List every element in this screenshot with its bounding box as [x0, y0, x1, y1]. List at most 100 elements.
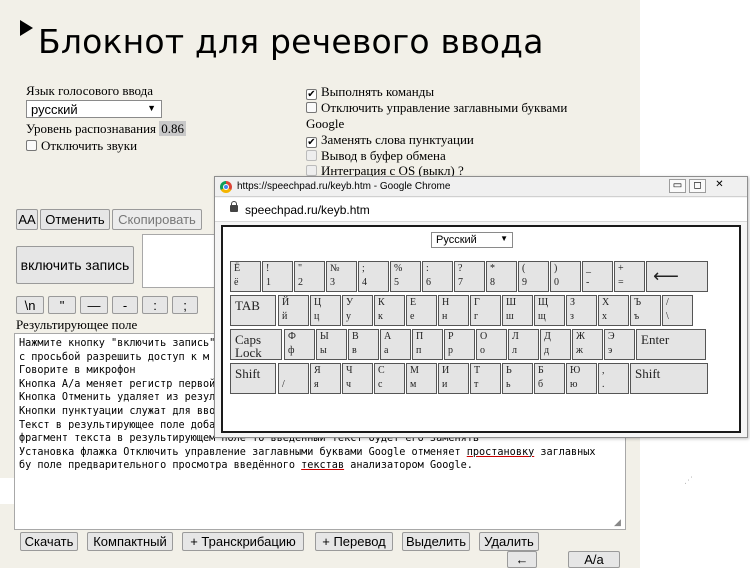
- keyboard-key[interactable]: Аа: [380, 329, 411, 360]
- key-upper: З: [570, 297, 576, 308]
- keyboard-key[interactable]: /: [278, 363, 309, 394]
- keyboard-key[interactable]: Вв: [348, 329, 379, 360]
- shift-left-key[interactable]: Shift: [230, 363, 276, 394]
- backspace-key[interactable]: ⟵: [646, 261, 708, 292]
- keyboard-key[interactable]: + =: [614, 261, 645, 292]
- keyboard-key[interactable]: * 8: [486, 261, 517, 292]
- result-label: Результирующее поле: [16, 317, 138, 332]
- case-aa-button[interactable]: A/a: [568, 551, 620, 568]
- keyboard-key[interactable]: Оо: [476, 329, 507, 360]
- keyboard-key[interactable]: Шш: [502, 295, 533, 326]
- keyboard-key[interactable]: Хх: [598, 295, 629, 326]
- delete-button[interactable]: Удалить: [479, 532, 539, 551]
- clipboard-option[interactable]: Вывод в буфер обмена: [306, 148, 446, 164]
- run-commands-option[interactable]: ✔ Выполнять команды: [306, 84, 434, 100]
- clipboard-checkbox[interactable]: [306, 150, 317, 161]
- close-icon[interactable]: ✕: [711, 179, 728, 193]
- replace-punct-option[interactable]: ✔ Заменять слова пунктуации: [306, 132, 474, 148]
- keyboard-key[interactable]: Юю: [566, 363, 597, 394]
- enter-key[interactable]: Enter: [636, 329, 706, 360]
- select-button[interactable]: Выделить: [402, 532, 470, 551]
- os-integration-checkbox[interactable]: [306, 165, 317, 176]
- key-upper: Е: [410, 297, 417, 308]
- disable-caps-option[interactable]: Отключить управление заглавными буквами: [306, 100, 567, 116]
- result-field-lower[interactable]: [14, 478, 626, 530]
- quote-button[interactable]: ": [48, 296, 76, 314]
- collapse-triangle-icon[interactable]: [20, 20, 33, 36]
- run-commands-checkbox[interactable]: ✔: [306, 89, 317, 100]
- keyboard-key[interactable]: Ыы: [316, 329, 347, 360]
- colon-button[interactable]: :: [142, 296, 168, 314]
- mute-sounds-option[interactable]: Отключить звуки: [26, 138, 137, 154]
- keyboard-key[interactable]: Рр: [444, 329, 475, 360]
- key-upper: ": [298, 263, 303, 274]
- keyboard-key[interactable]: Уу: [342, 295, 373, 326]
- keyboard-key[interactable]: Ээ: [604, 329, 635, 360]
- shift-right-key[interactable]: Shift: [630, 363, 708, 394]
- keyboard-key[interactable]: Ёё: [230, 261, 261, 292]
- keyboard-key[interactable]: Дд: [540, 329, 571, 360]
- keyboard-key[interactable]: № 3: [326, 261, 357, 292]
- keyboard-key[interactable]: Щщ: [534, 295, 565, 326]
- restore-icon[interactable]: ◻: [689, 179, 706, 193]
- keyboard-key[interactable]: Ъъ: [630, 295, 661, 326]
- dash-button[interactable]: —: [80, 296, 108, 314]
- resize-grip-icon[interactable]: ◢: [614, 518, 621, 528]
- keyboard-key[interactable]: Йй: [278, 295, 309, 326]
- keyboard-language-select[interactable]: Русский ▼: [431, 232, 513, 248]
- keyboard-key[interactable]: Тт: [470, 363, 501, 394]
- keyboard-key[interactable]: Пп: [412, 329, 443, 360]
- replace-punct-checkbox[interactable]: ✔: [306, 137, 317, 148]
- keyboard-key[interactable]: ,.: [598, 363, 629, 394]
- keyboard-key[interactable]: ! 1: [262, 261, 293, 292]
- keyboard-key[interactable]: Яя: [310, 363, 341, 394]
- cancel-button[interactable]: Отменить: [40, 209, 110, 230]
- keyboard-key[interactable]: Жж: [572, 329, 603, 360]
- preview-field[interactable]: [142, 234, 222, 288]
- record-button[interactable]: включить запись: [16, 246, 134, 284]
- compact-button[interactable]: Компактный: [87, 532, 173, 551]
- mute-sounds-checkbox[interactable]: [26, 140, 37, 151]
- newline-button[interactable]: \n: [16, 296, 44, 314]
- translate-button[interactable]: + Перевод: [315, 532, 393, 551]
- keyboard-key[interactable]: ) 0: [550, 261, 581, 292]
- keyboard-key[interactable]: Бб: [534, 363, 565, 394]
- arrow-left-button[interactable]: ←: [507, 551, 537, 568]
- minimize-icon[interactable]: ▭: [669, 179, 686, 193]
- keyboard-key[interactable]: ? 7: [454, 261, 485, 292]
- disable-caps-checkbox[interactable]: [306, 102, 317, 113]
- language-select[interactable]: русский ▼: [26, 100, 162, 118]
- keyboard-key[interactable]: Ее: [406, 295, 437, 326]
- popup-titlebar[interactable]: https://speechpad.ru/keyb.htm - Google C…: [215, 177, 747, 197]
- hyphen-button[interactable]: -: [112, 296, 138, 314]
- copy-button[interactable]: Скопировать: [112, 209, 202, 230]
- caps-lock-key[interactable]: Caps Lock: [230, 329, 282, 360]
- transcription-button[interactable]: + Транскрибацию: [182, 532, 304, 551]
- keyboard-key[interactable]: (9: [518, 261, 549, 292]
- keyboard-key[interactable]: Зз: [566, 295, 597, 326]
- keyboard-key[interactable]: Чч: [342, 363, 373, 394]
- keyboard-key[interactable]: Фф: [284, 329, 315, 360]
- keyboard-key[interactable]: " 2: [294, 261, 325, 292]
- keyboard-key[interactable]: Ьь: [502, 363, 533, 394]
- tab-key[interactable]: TAB: [230, 295, 276, 326]
- keyboard-key[interactable]: Цц: [310, 295, 341, 326]
- keyboard-key[interactable]: Кк: [374, 295, 405, 326]
- download-button[interactable]: Скачать: [20, 532, 78, 551]
- keyboard-key[interactable]: Мм: [406, 363, 437, 394]
- tab-key-label: TAB: [235, 298, 260, 313]
- key-upper: (: [522, 263, 526, 274]
- keyboard-key[interactable]: Лл: [508, 329, 539, 360]
- keyboard-key[interactable]: Нн: [438, 295, 469, 326]
- keyboard-key[interactable]: ; 4: [358, 261, 389, 292]
- keyboard-key[interactable]: Ии: [438, 363, 469, 394]
- case-toggle-button[interactable]: AA: [16, 209, 38, 230]
- keyboard-key[interactable]: _ -: [582, 261, 613, 292]
- semicolon-button[interactable]: ;: [172, 296, 198, 314]
- keyboard-key[interactable]: Сс: [374, 363, 405, 394]
- keyboard-key[interactable]: :6: [422, 261, 453, 292]
- keyboard-key[interactable]: % 5: [390, 261, 421, 292]
- keyboard-key[interactable]: Гг: [470, 295, 501, 326]
- keyboard-key[interactable]: / \: [662, 295, 693, 326]
- popup-address-bar[interactable]: speechpad.ru/keyb.htm: [215, 198, 747, 222]
